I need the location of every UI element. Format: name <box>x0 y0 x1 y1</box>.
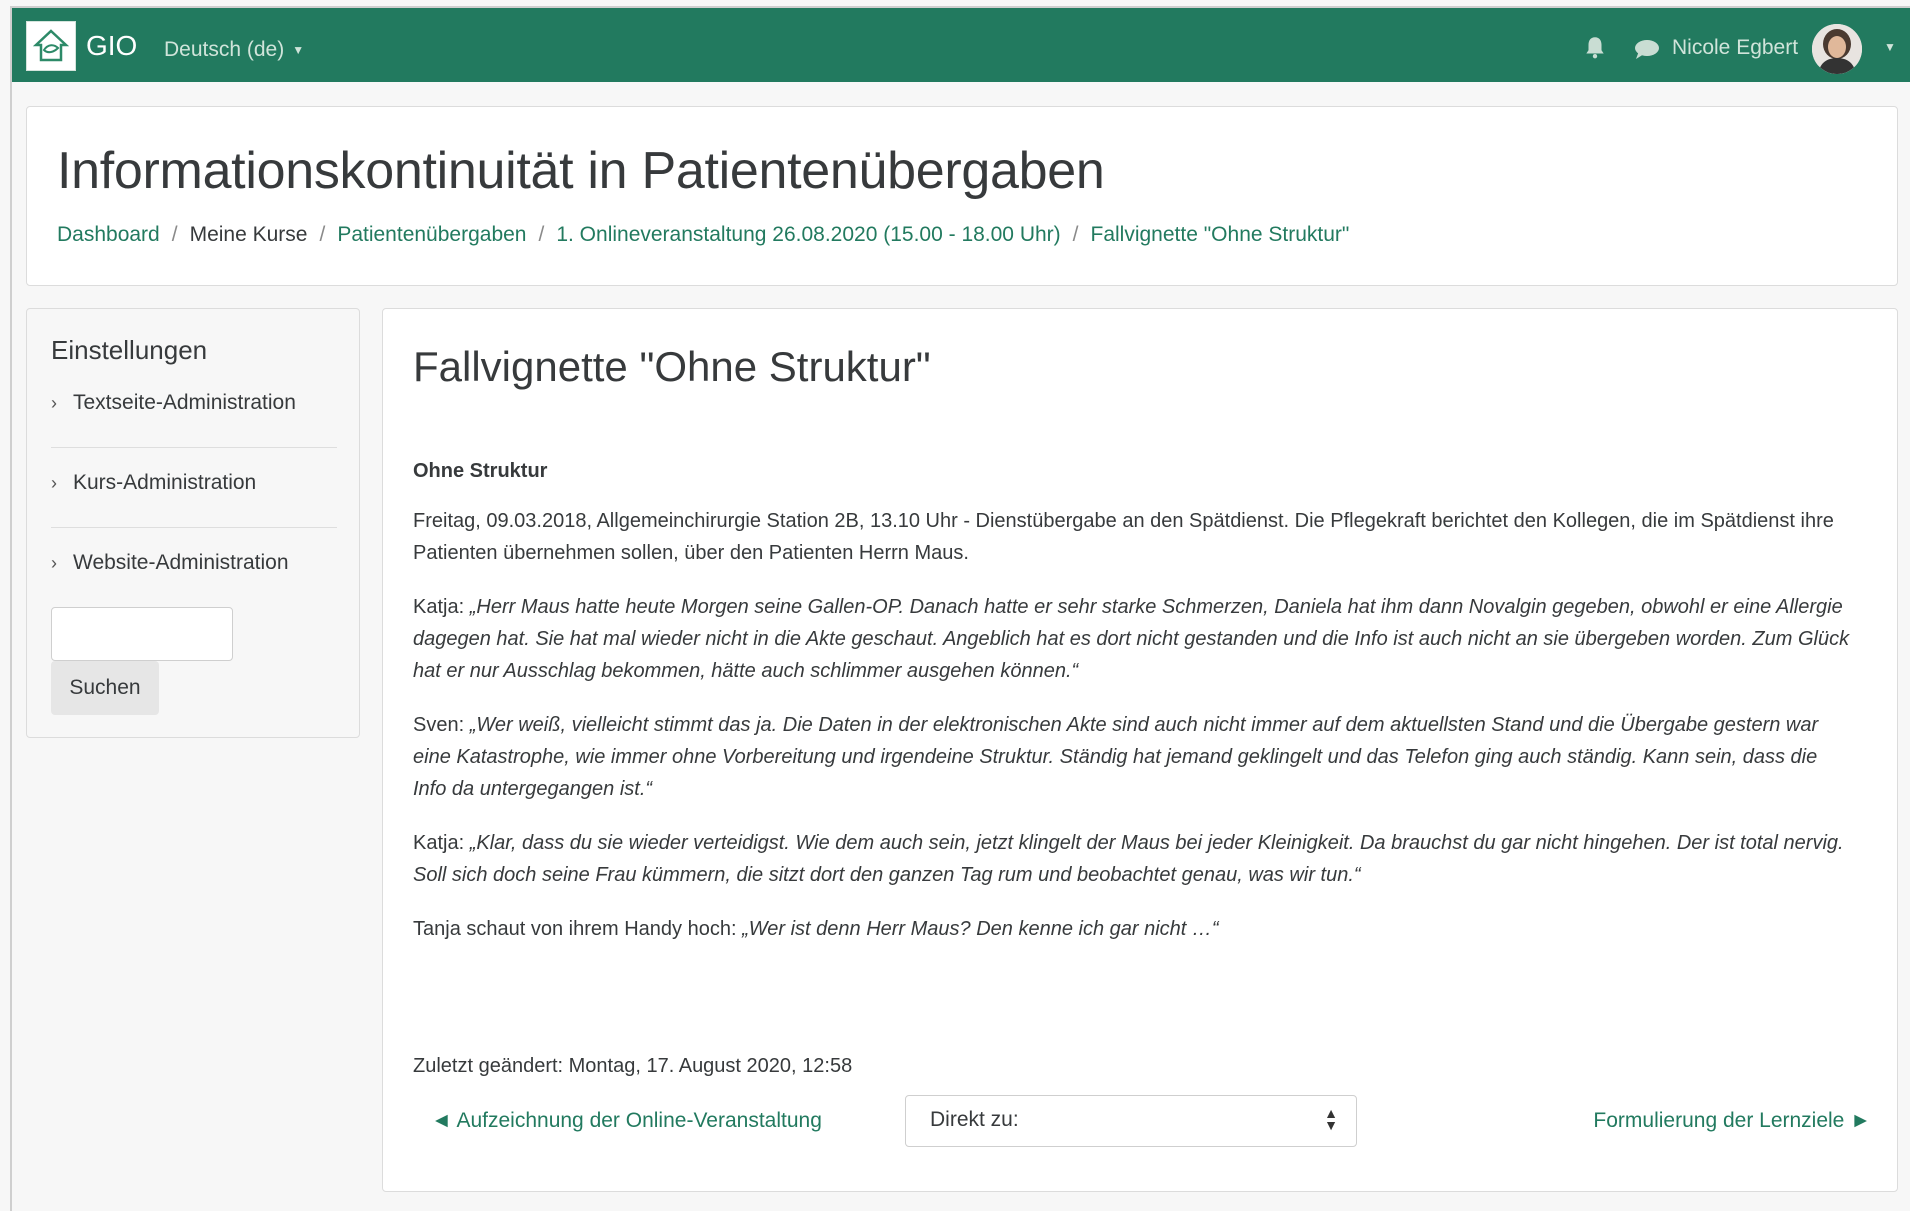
quote-paragraph: Katja: „Herr Maus hatte heute Morgen sei… <box>413 591 1853 687</box>
brand-name[interactable]: GIO <box>86 30 137 62</box>
logo[interactable] <box>26 21 76 71</box>
page-text: Ohne Struktur Freitag, 09.03.2018, Allge… <box>413 455 1853 967</box>
settings-search-input[interactable] <box>51 607 233 661</box>
user-name[interactable]: Nicole Egbert <box>1672 36 1798 60</box>
speaker: Tanja schaut von ihrem Handy hoch: <box>413 918 737 940</box>
speaker: Sven: <box>413 714 465 736</box>
quote-paragraph: Sven: „Wer weiß, vielleicht stimmt das j… <box>413 709 1853 805</box>
last-modified: Zuletzt geändert: Montag, 17. August 202… <box>413 1055 853 1077</box>
chevron-right-icon: › <box>51 473 57 493</box>
select-arrows-icon: ▲ ▼ <box>1324 1105 1338 1133</box>
quote-text: „Klar, dass du sie wieder verteidigst. W… <box>413 832 1844 886</box>
intro-paragraph: Freitag, 09.03.2018, Allgemeinchirurgie … <box>413 510 1834 564</box>
sidebar-item-site-admin[interactable]: › Website-Administration <box>51 551 337 589</box>
language-label: Deutsch (de) <box>164 38 285 61</box>
sidebar-item-label: Website-Administration <box>73 551 289 574</box>
next-activity-label: Formulierung der Lernziele <box>1593 1109 1845 1132</box>
breadcrumb-separator: / <box>319 223 326 246</box>
page-title: Informationskontinuität in Patientenüber… <box>57 142 1105 200</box>
avatar[interactable] <box>1812 24 1862 74</box>
breadcrumb-section[interactable]: 1. Onlineveranstaltung 26.08.2020 (15.00… <box>556 223 1060 247</box>
arrow-left-icon: ◄ <box>431 1109 457 1132</box>
breadcrumb-separator: / <box>171 223 178 246</box>
divider <box>51 447 337 448</box>
next-activity-link[interactable]: Formulierung der Lernziele ► <box>1593 1109 1871 1133</box>
chevron-down-icon: ▼ <box>292 43 305 58</box>
settings-block: Einstellungen › Textseite-Administration … <box>26 308 360 738</box>
quote-paragraph: Katja: „Klar, dass du sie wieder verteid… <box>413 827 1853 891</box>
sidebar-item-label: Textseite-Administration <box>73 391 296 414</box>
arrow-right-icon: ► <box>1844 1109 1871 1132</box>
jump-to-select[interactable]: Direkt zu: ▲ ▼ <box>905 1095 1357 1147</box>
bell-icon[interactable] <box>1582 34 1608 60</box>
quote-text: „Wer weiß, vielleicht stimmt das ja. Die… <box>413 714 1819 800</box>
quote-text: „Wer ist denn Herr Maus? Den kenne ich g… <box>742 918 1219 940</box>
prev-activity-link[interactable]: ◄ Aufzeichnung der Online-Veranstaltung <box>431 1109 822 1133</box>
breadcrumb-current-page[interactable]: Fallvignette "Ohne Struktur" <box>1091 223 1350 247</box>
content-subheading: Ohne Struktur <box>413 460 548 482</box>
breadcrumb: Dashboard / Meine Kurse / Patientenüberg… <box>57 223 1349 247</box>
user-menu-chevron-icon[interactable]: ▼ <box>1884 40 1896 54</box>
breadcrumb-course[interactable]: Patientenübergaben <box>337 223 526 247</box>
browser-frame: GIO Deutsch (de) ▼ Nicole Egbert ▼ Inform… <box>10 6 1910 1211</box>
sidebar-item-label: Kurs-Administration <box>73 471 257 494</box>
quote-text: „Herr Maus hatte heute Morgen seine Gall… <box>413 596 1850 682</box>
house-logo-icon <box>33 29 69 62</box>
language-menu[interactable]: Deutsch (de) ▼ <box>164 38 304 62</box>
top-navbar: GIO Deutsch (de) ▼ Nicole Egbert ▼ <box>12 8 1910 82</box>
chevron-right-icon: › <box>51 553 57 573</box>
chat-icon[interactable] <box>1632 36 1660 62</box>
breadcrumb-separator: / <box>538 223 545 246</box>
speaker: Katja: <box>413 832 465 854</box>
main-content: Fallvignette "Ohne Struktur" Ohne Strukt… <box>382 308 1898 1192</box>
breadcrumb-separator: / <box>1072 223 1079 246</box>
settings-title: Einstellungen <box>51 335 208 365</box>
sidebar-item-textpage-admin[interactable]: › Textseite-Administration <box>51 391 337 429</box>
chevron-right-icon: › <box>51 393 57 413</box>
prev-activity-label: Aufzeichnung der Online-Veranstaltung <box>456 1109 822 1132</box>
page-header: Informationskontinuität in Patientenüber… <box>26 106 1898 286</box>
breadcrumb-dashboard[interactable]: Dashboard <box>57 223 160 247</box>
user-photo-icon <box>1812 24 1862 74</box>
quote-paragraph: Tanja schaut von ihrem Handy hoch: „Wer … <box>413 913 1853 945</box>
sidebar-item-course-admin[interactable]: › Kurs-Administration <box>51 471 337 509</box>
content-title: Fallvignette "Ohne Struktur" <box>413 343 931 390</box>
speaker: Katja: <box>413 596 465 618</box>
jump-to-label: Direkt zu: <box>930 1108 1019 1131</box>
breadcrumb-my-courses: Meine Kurse <box>189 223 308 246</box>
divider <box>51 527 337 528</box>
search-button[interactable]: Suchen <box>51 661 159 715</box>
